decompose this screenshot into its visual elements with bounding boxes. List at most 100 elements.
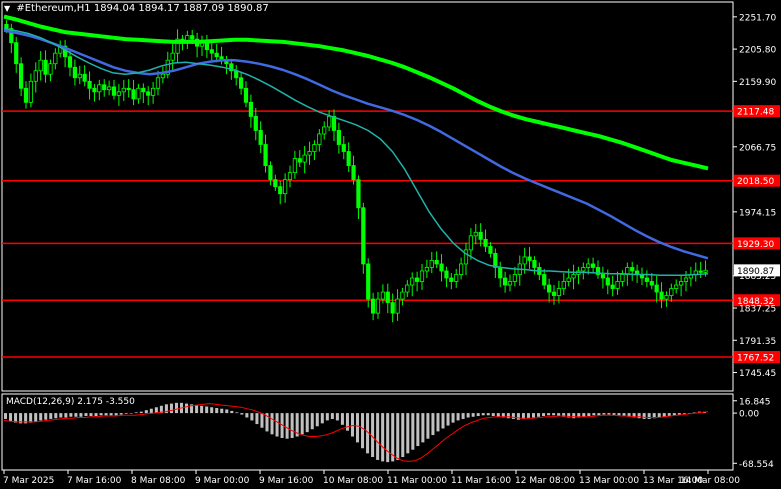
candle-body xyxy=(644,277,650,282)
macd-bar xyxy=(104,413,108,416)
candle-body xyxy=(395,298,400,314)
macd-bar xyxy=(340,413,344,425)
macd-bar xyxy=(441,413,445,429)
macd-bar xyxy=(572,413,576,419)
candle-body xyxy=(190,35,195,40)
time-tick-label: 11 Mar 16:00 xyxy=(451,476,511,486)
macd-bar xyxy=(511,413,515,419)
macd-bar xyxy=(310,413,314,430)
candle-body xyxy=(107,86,112,91)
price-tick-label: 2251.70 xyxy=(739,13,776,23)
macd-bar xyxy=(617,413,621,416)
candle-body xyxy=(82,73,87,82)
candle-body xyxy=(419,270,425,282)
candle-body xyxy=(170,52,175,61)
candle-body xyxy=(649,281,654,286)
macd-bar xyxy=(245,413,249,418)
candle-body xyxy=(488,245,493,254)
macd-bar xyxy=(195,405,199,414)
level-tag-label: 2117.48 xyxy=(737,108,774,118)
macd-bar xyxy=(39,413,43,421)
candle-body xyxy=(346,151,351,166)
candle-body xyxy=(581,267,586,272)
price-tick-label: 2205.80 xyxy=(739,46,776,56)
candle-body xyxy=(679,281,684,286)
time-tick-label: 7 Mar 16:00 xyxy=(67,476,122,486)
candle-body xyxy=(14,42,19,65)
candle-body xyxy=(390,302,395,314)
macd-bar xyxy=(250,413,254,421)
macd-bar xyxy=(376,413,380,460)
macd-bar xyxy=(451,413,455,423)
macd-bar xyxy=(325,413,329,421)
candle-body xyxy=(336,130,341,145)
time-tick-label: 9 Mar 16:00 xyxy=(259,476,314,486)
macd-bar xyxy=(144,410,148,414)
macd-bar xyxy=(526,413,530,419)
candle-body xyxy=(502,277,508,286)
macd-bar xyxy=(532,413,536,418)
candle-body xyxy=(204,42,210,51)
dropdown-triangle-icon[interactable]: ▼ xyxy=(4,4,10,13)
candle-body xyxy=(278,186,283,195)
time-tick-label: 7 Mar 2025 xyxy=(3,476,54,486)
candle-body xyxy=(566,277,571,282)
macd-title: MACD(12,26,9) 2.175 -3.550 xyxy=(6,397,135,407)
macd-bar xyxy=(305,413,309,433)
macd-bar xyxy=(134,412,138,414)
candle-body xyxy=(493,253,498,268)
macd-bar xyxy=(421,413,425,443)
candle-body xyxy=(23,87,29,103)
time-tick-label: 12 Mar 08:00 xyxy=(515,476,575,486)
candle-body xyxy=(243,87,249,103)
macd-bar xyxy=(235,412,239,414)
macd-bar xyxy=(446,413,450,426)
macd-bar xyxy=(315,413,319,427)
macd-bar xyxy=(456,413,460,421)
candle-body xyxy=(414,277,420,282)
candle-body xyxy=(155,77,161,89)
candle-body xyxy=(77,73,82,79)
macd-bar xyxy=(260,413,264,428)
macd-bar xyxy=(471,413,475,417)
macd-bar xyxy=(602,413,606,415)
candle-body xyxy=(366,263,371,300)
candle-body xyxy=(326,116,332,128)
candle-body xyxy=(370,298,376,314)
macd-tick-label: 0.00 xyxy=(739,410,759,420)
macd-bar xyxy=(290,413,294,438)
macd-bar xyxy=(44,413,48,420)
candle-body xyxy=(87,80,92,89)
macd-bar xyxy=(320,413,324,424)
macd-tick-label: 16.845 xyxy=(739,397,771,407)
macd-bar xyxy=(677,413,681,415)
candle-body xyxy=(400,291,405,300)
macd-bar xyxy=(79,413,83,417)
macd-bar xyxy=(119,413,123,415)
macd-bar xyxy=(64,413,68,418)
candle-body xyxy=(160,73,166,79)
macd-bar xyxy=(275,413,279,437)
candle-body xyxy=(131,89,136,100)
candle-body xyxy=(72,66,78,79)
macd-bar xyxy=(149,408,153,414)
macd-bar xyxy=(461,413,465,419)
candle-body xyxy=(703,269,708,273)
macd-bar xyxy=(476,413,480,417)
candle-body xyxy=(92,87,97,93)
candle-body xyxy=(659,291,664,300)
macd-bar xyxy=(345,413,349,431)
macd-bar xyxy=(109,413,113,416)
price-tick-label: 2066.75 xyxy=(739,143,776,153)
macd-bar xyxy=(99,413,103,416)
candle-body xyxy=(551,291,557,296)
macd-bar xyxy=(335,413,339,421)
candle-body xyxy=(248,101,254,117)
current-price-label: 1890.87 xyxy=(737,267,774,277)
level-tag-label: 1929.30 xyxy=(737,240,774,250)
candle-body xyxy=(375,298,381,314)
macd-bar xyxy=(29,413,33,423)
candle-body xyxy=(282,179,288,195)
macd-bar xyxy=(486,413,490,416)
macd-bar xyxy=(537,413,541,417)
